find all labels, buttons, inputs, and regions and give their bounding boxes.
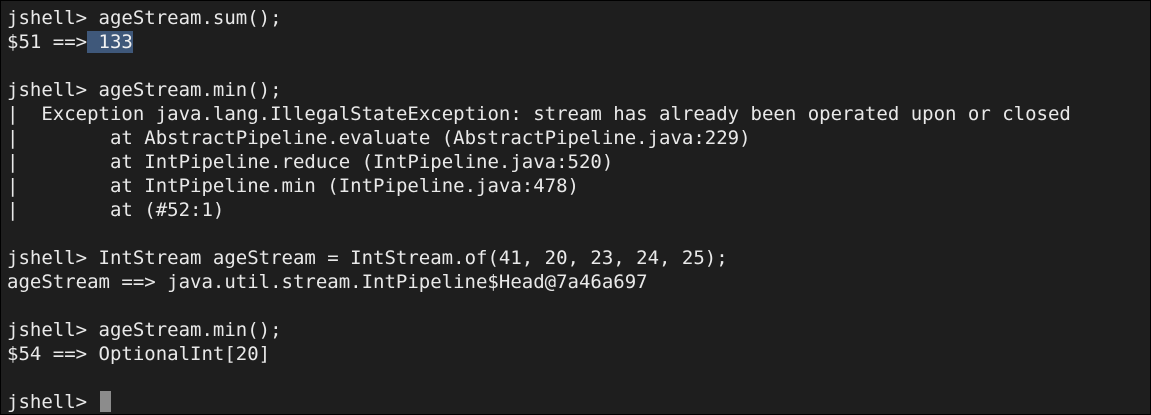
command-line: jshell> ageStream.sum(); (7, 6, 1150, 30)
result-prefix: $51 ==> (7, 31, 88, 53)
command-line: jshell> ageStream.min(); (7, 78, 1150, 102)
selected-text[interactable]: 133 (87, 31, 133, 53)
output-line: $54 ==> OptionalInt[20] (7, 342, 1150, 366)
prompt: jshell> (7, 7, 99, 29)
prompt: jshell> (7, 319, 99, 341)
error-line: | at IntPipeline.reduce (IntPipeline.jav… (7, 150, 1150, 174)
command-text: ageStream.min(); (98, 319, 282, 341)
error-text: at IntPipeline.reduce (IntPipeline.java:… (18, 151, 614, 173)
error-gutter: | (7, 103, 19, 125)
active-prompt-line[interactable]: jshell> (7, 390, 1150, 414)
output-line: $51 ==> 133 (7, 30, 1150, 54)
error-line: | at IntPipeline.min (IntPipeline.java:4… (7, 174, 1150, 198)
error-text: at IntPipeline.min (IntPipeline.java:478… (18, 175, 579, 197)
terminal-output: jshell> ageStream.sum(); $51 ==> 133 jsh… (7, 6, 1150, 414)
error-text: Exception java.lang.IllegalStateExceptio… (18, 103, 1071, 125)
command-line: jshell> ageStream.min(); (7, 318, 1150, 342)
result-text: $54 ==> OptionalInt[20] (7, 343, 271, 365)
error-gutter: | (7, 175, 19, 197)
command-line: jshell> IntStream ageStream = IntStream.… (7, 246, 1150, 270)
terminal-window[interactable]: jshell> ageStream.sum(); $51 ==> 133 jsh… (0, 0, 1151, 415)
command-text: IntStream ageStream = IntStream.of(41, 2… (98, 247, 728, 269)
error-gutter: | (7, 151, 19, 173)
error-gutter: | (7, 127, 19, 149)
output-line: ageStream ==> java.util.stream.IntPipeli… (7, 270, 1150, 294)
error-line: | Exception java.lang.IllegalStateExcept… (7, 102, 1150, 126)
error-gutter: | (7, 199, 19, 221)
prompt: jshell> (7, 79, 99, 101)
error-text: at AbstractPipeline.evaluate (AbstractPi… (18, 127, 751, 149)
prompt: jshell> (7, 247, 99, 269)
command-text: ageStream.min(); (98, 79, 282, 101)
error-text: at (#52:1) (18, 199, 225, 221)
result-text: ageStream ==> java.util.stream.IntPipeli… (7, 271, 648, 293)
error-line: | at AbstractPipeline.evaluate (Abstract… (7, 126, 1150, 150)
error-line: | at (#52:1) (7, 198, 1150, 222)
command-text: ageStream.sum(); (98, 7, 282, 29)
text-cursor[interactable] (99, 391, 111, 412)
prompt: jshell> (7, 391, 99, 413)
